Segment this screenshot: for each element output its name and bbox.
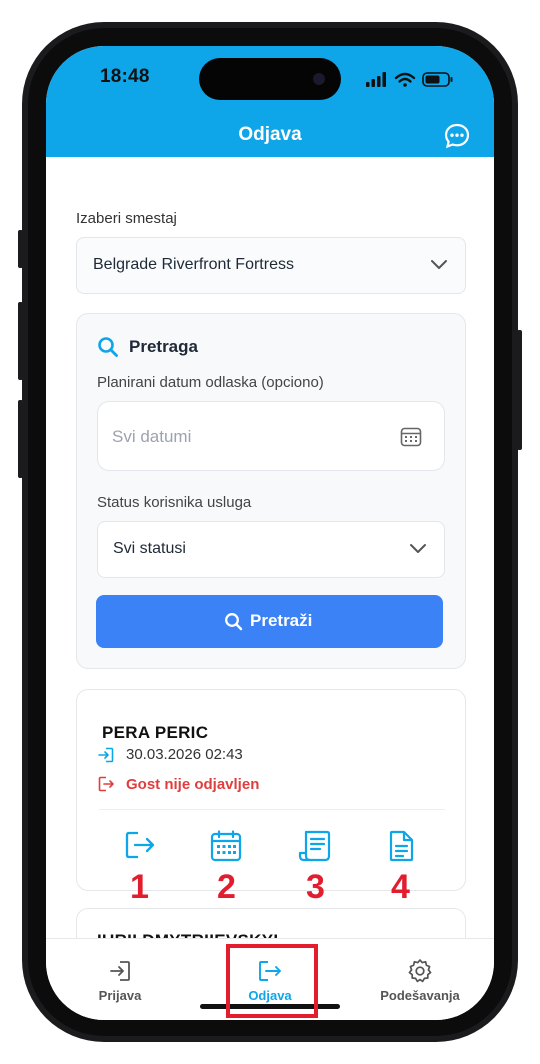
checkout-status: Gost nije odjavljen: [126, 776, 260, 793]
app-screen: 18:48 Odjava Izaberi smestaj Belgrade Ri…: [46, 46, 494, 1020]
chevron-down-icon: [410, 544, 426, 553]
annotation-number-4: 4: [391, 868, 410, 906]
receipt-action-icon[interactable]: [298, 830, 332, 862]
divider: [99, 809, 445, 810]
guest-card[interactable]: PERA PERIC 30.03.2026 02:43 Gost nije od…: [76, 689, 466, 906]
gear-icon: [408, 959, 432, 983]
search-icon: [225, 613, 243, 631]
checkin-datetime: 30.03.2026 02:43: [126, 746, 243, 763]
checkout-action-icon[interactable]: [124, 830, 156, 860]
login-icon: [110, 961, 130, 981]
annotation-number-3: 3: [306, 868, 325, 906]
nav-label: Podešavanja: [380, 988, 460, 1003]
volume-up-button: [18, 302, 23, 380]
search-title: Pretraga: [129, 337, 198, 356]
accommodation-selected: Belgrade Riverfront Fortress: [93, 256, 294, 273]
annotation-number-1: 1: [130, 868, 149, 906]
battery-icon: [422, 72, 453, 87]
chevron-down-icon: [431, 260, 447, 269]
guest-name: PERA PERIC: [102, 723, 209, 742]
document-action-icon[interactable]: [388, 830, 414, 862]
chat-bubble-icon[interactable]: [443, 122, 471, 150]
nav-label: Prijava: [98, 988, 142, 1003]
status-select[interactable]: Svi statusi: [97, 521, 445, 578]
page-title: Odjava: [238, 124, 302, 145]
logout-icon: [98, 776, 114, 792]
app-header: 18:48 Odjava: [46, 46, 494, 157]
date-input[interactable]: Svi datumi: [97, 401, 445, 471]
search-icon: [98, 337, 118, 357]
search-button[interactable]: Pretraži: [96, 595, 443, 648]
status-label: Status korisnika usluga: [97, 494, 252, 511]
calendar-action-icon[interactable]: [210, 830, 242, 862]
dynamic-island: [199, 58, 341, 100]
date-label: Planirani datum odlaska (opciono): [97, 374, 324, 391]
calendar-icon: [400, 427, 422, 447]
nav-item-prijava[interactable]: Prijava: [60, 939, 180, 1020]
volume-down-button: [18, 400, 23, 478]
annotation-number-2: 2: [217, 868, 236, 906]
action-button: [18, 230, 23, 268]
status-icons: [366, 70, 462, 95]
accommodation-select[interactable]: Belgrade Riverfront Fortress: [76, 237, 466, 294]
status-time: 18:48: [100, 66, 150, 87]
power-button: [517, 330, 522, 450]
annotation-highlight-box: [226, 944, 318, 1018]
date-placeholder: Svi datumi: [112, 427, 192, 446]
search-button-label: Pretraži: [250, 611, 313, 630]
signal-icon: [366, 72, 386, 87]
wifi-icon: [394, 72, 416, 87]
login-icon: [98, 747, 114, 763]
accommodation-label: Izaberi smestaj: [76, 210, 177, 227]
nav-item-podesavanja[interactable]: Podešavanja: [360, 939, 480, 1020]
status-selected: Svi statusi: [113, 540, 186, 557]
